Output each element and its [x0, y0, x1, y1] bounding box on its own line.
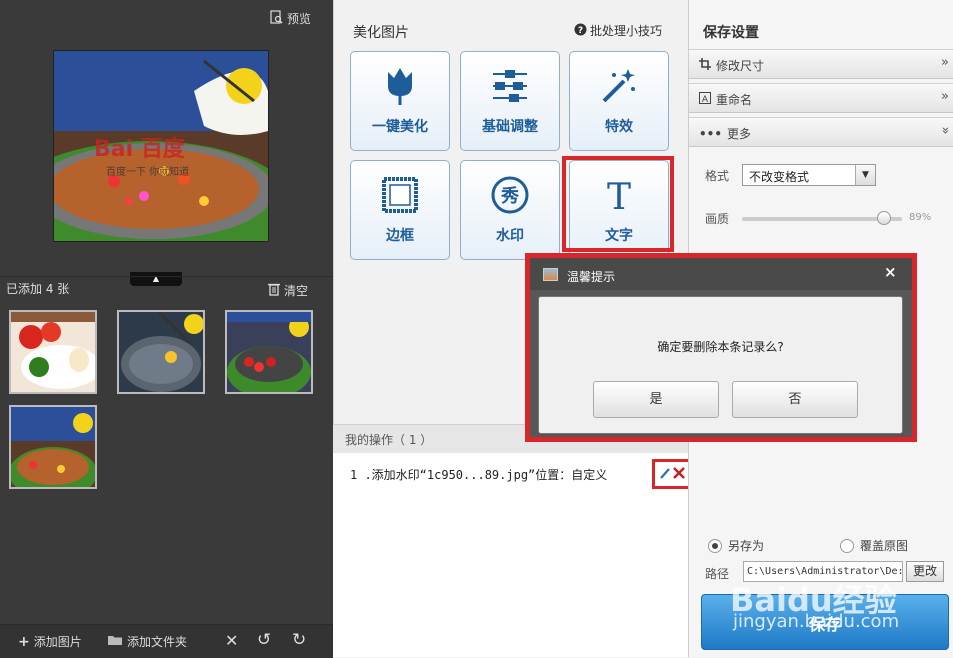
preview-label: 预览 [287, 12, 312, 26]
add-image-button[interactable]: + 添加图片 [18, 633, 82, 650]
dropdown-arrow-icon: ▼ [855, 165, 875, 185]
quality-label: 画质 [705, 212, 730, 226]
add-folder-label: 添加文件夹 [127, 635, 188, 649]
plus-icon: + [18, 633, 30, 650]
path-label: 路径 [705, 567, 730, 581]
folder-icon [107, 634, 123, 649]
chevron-down-icon: » [937, 126, 953, 135]
more-section[interactable]: ••• 更多 » [689, 117, 953, 147]
rename-icon: A [699, 92, 711, 107]
no-button[interactable]: 否 [732, 381, 858, 418]
dialog-title: 温馨提示 [567, 270, 616, 284]
thumbnail-item[interactable] [9, 310, 97, 394]
format-value: 不改变格式 [749, 170, 810, 184]
preview-icon [270, 10, 283, 27]
image-icon [543, 268, 558, 281]
tulip-icon [351, 64, 449, 108]
rotate-left-icon[interactable]: ↺ [257, 630, 271, 650]
section-label: 重命名 [716, 93, 753, 107]
section-label: 更多 [727, 127, 752, 141]
preview-button[interactable]: 预览 [270, 10, 311, 27]
thumbnail-item[interactable] [9, 405, 97, 489]
radio-selected-icon [708, 538, 722, 553]
batch-tips-link[interactable]: ? 批处理小技巧 [574, 22, 662, 39]
overwrite-label: 覆盖原图 [860, 539, 909, 553]
help-icon: ? [574, 23, 587, 39]
frame-button[interactable]: 边框 [350, 160, 450, 260]
crop-icon [699, 58, 711, 73]
tool-label: 基础调整 [482, 119, 538, 135]
dialog-message: 确定要删除本条记录么? [657, 340, 784, 354]
quality-slider[interactable] [742, 211, 902, 225]
text-tool-highlight [562, 156, 674, 252]
rotate-right-icon[interactable]: ↻ [292, 630, 306, 650]
clear-label: 清空 [284, 284, 309, 298]
radio-empty-icon [840, 538, 854, 553]
tool-label: 特效 [605, 119, 633, 135]
resize-section[interactable]: 修改尺寸 » [689, 49, 953, 79]
svg-text:?: ? [578, 26, 583, 36]
operation-actions [652, 459, 692, 489]
chevron-right-icon: » [941, 55, 949, 70]
trash-icon [268, 282, 280, 299]
main-preview-image: Bai 百度 百度一下 你就知道 [53, 50, 269, 242]
watermark-glyph: 秀 [500, 186, 519, 207]
sliders-icon [461, 64, 559, 108]
edit-icon[interactable] [659, 467, 670, 482]
delete-icon[interactable]: ✕ [225, 631, 238, 650]
watermark-icon: 秀 [461, 173, 559, 217]
chevron-right-icon: » [941, 89, 949, 104]
svg-text:Bai 百度: Bai 百度 [94, 136, 186, 162]
baidu-watermark-url: jingyan.baidu.com [733, 611, 900, 632]
thumbnail-item[interactable] [225, 310, 313, 394]
tips-label: 批处理小技巧 [590, 24, 663, 38]
divider [0, 276, 333, 277]
close-icon[interactable]: × [884, 263, 897, 281]
svg-text:A: A [702, 95, 709, 104]
added-count-label: 已添加 4 张 [6, 282, 70, 296]
overwrite-radio[interactable]: 覆盖原图 [840, 537, 908, 554]
magic-wand-icon [570, 64, 668, 108]
operation-item: 1 .添加水印“1c950...89.jpg”位置：自定义 [350, 468, 608, 482]
preview-watermark-text: 百度一下 你就知道 [106, 165, 189, 178]
clear-button[interactable]: 清空 [268, 282, 308, 299]
format-label: 格式 [705, 169, 730, 183]
watermark-button[interactable]: 秀 水印 [460, 160, 560, 260]
frame-icon [351, 173, 449, 217]
effects-button[interactable]: 特效 [569, 51, 669, 151]
change-path-button[interactable]: 更改 [906, 561, 944, 582]
operations-list [333, 453, 688, 657]
delete-operation-icon[interactable] [672, 466, 685, 482]
rename-section[interactable]: A 重命名 » [689, 83, 953, 113]
add-image-label: 添加图片 [33, 635, 82, 649]
quality-value: 89% [909, 212, 932, 223]
one-click-beautify-button[interactable]: 一键美化 [350, 51, 450, 151]
operations-title: 我的操作（ 1 ） [345, 433, 433, 447]
yes-button[interactable]: 是 [593, 381, 719, 418]
collapse-toggle[interactable]: ▲ [130, 272, 182, 286]
section-label: 修改尺寸 [716, 59, 765, 73]
save-as-radio[interactable]: 另存为 [708, 537, 764, 554]
basic-adjust-button[interactable]: 基础调整 [460, 51, 560, 151]
format-select[interactable]: 不改变格式 ▼ [742, 164, 876, 186]
save-as-label: 另存为 [728, 539, 765, 553]
beautify-title: 美化图片 [353, 25, 409, 41]
tool-label: 边框 [386, 228, 414, 244]
more-icon: ••• [699, 126, 723, 141]
save-settings-title: 保存设置 [703, 25, 759, 41]
tool-label: 水印 [496, 228, 524, 244]
tool-label: 一键美化 [372, 119, 428, 135]
thumbnail-item[interactable] [117, 310, 205, 394]
add-folder-button[interactable]: 添加文件夹 [107, 633, 187, 650]
